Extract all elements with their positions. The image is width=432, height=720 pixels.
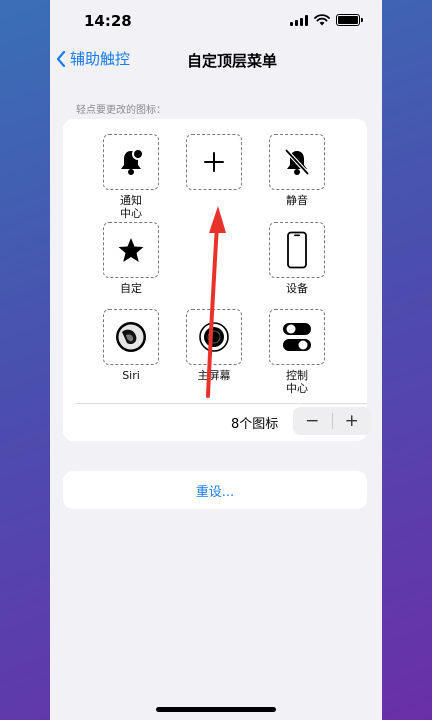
slot-home[interactable] <box>186 309 242 365</box>
label-mute: 静音 <box>286 194 308 207</box>
divider <box>75 403 367 404</box>
icon-grid-card: 通知 中心 静音 自定 设备 Siri 主屏幕 控制 中心 8个图标 − + <box>63 119 371 441</box>
mute-bell-icon <box>284 148 310 176</box>
decrement-button[interactable]: − <box>293 407 332 435</box>
label-line: 中心 <box>120 207 142 220</box>
reset-button[interactable]: 重设... <box>63 471 367 509</box>
label-line: 中心 <box>286 382 308 395</box>
status-bar: 14:28 <box>50 0 382 44</box>
label-control-center: 控制 中心 <box>262 369 332 395</box>
back-button[interactable]: 辅助触控 <box>56 48 130 69</box>
slot-custom[interactable] <box>103 222 159 278</box>
plus-icon <box>204 152 224 172</box>
reset-label: 重设... <box>195 484 235 500</box>
back-label: 辅助触控 <box>70 50 131 68</box>
label-line: 通知 <box>120 194 142 207</box>
page-title-text: 自定顶层菜单 <box>186 52 277 70</box>
slot-mute[interactable] <box>269 134 325 190</box>
chevron-left-icon <box>56 50 66 67</box>
label-custom: 自定 <box>120 282 142 295</box>
label-device: 设备 <box>286 282 308 295</box>
siri-icon <box>116 322 146 352</box>
home-button-icon <box>199 322 229 352</box>
slot-control-center[interactable] <box>269 309 325 365</box>
slot-notification-center[interactable] <box>103 134 159 190</box>
label-home: 主屏幕 <box>197 369 231 382</box>
notification-bell-icon <box>121 148 144 175</box>
toggle-switches-icon <box>283 323 311 351</box>
slot-add-icon[interactable] <box>186 134 242 190</box>
iphone-icon <box>287 231 307 269</box>
wifi-icon <box>314 14 330 26</box>
label-siri: Siri <box>122 369 140 382</box>
section-hint: 轻点要更改的图标： <box>76 105 166 116</box>
signal-icon <box>290 14 308 26</box>
icon-count-stepper: − + <box>293 407 371 435</box>
slot-device[interactable] <box>269 222 325 278</box>
navigation-bar: 辅助触控 自定顶层菜单 <box>50 44 382 74</box>
slot-siri[interactable] <box>103 309 159 365</box>
increment-button[interactable]: + <box>333 407 372 435</box>
star-icon <box>118 238 144 262</box>
status-icons <box>290 14 363 26</box>
label-notification-center: 通知 中心 <box>96 194 166 220</box>
home-indicator <box>156 707 276 712</box>
battery-icon <box>336 14 363 26</box>
phone-screen: 14:28 辅助触控 自定顶层菜单 轻点要更改的图标： 通知 中心 静音 自定 … <box>50 0 382 720</box>
icon-count-label: 8个图标 <box>231 417 279 432</box>
label-line: 控制 <box>286 369 308 382</box>
status-time: 14:28 <box>84 12 132 30</box>
